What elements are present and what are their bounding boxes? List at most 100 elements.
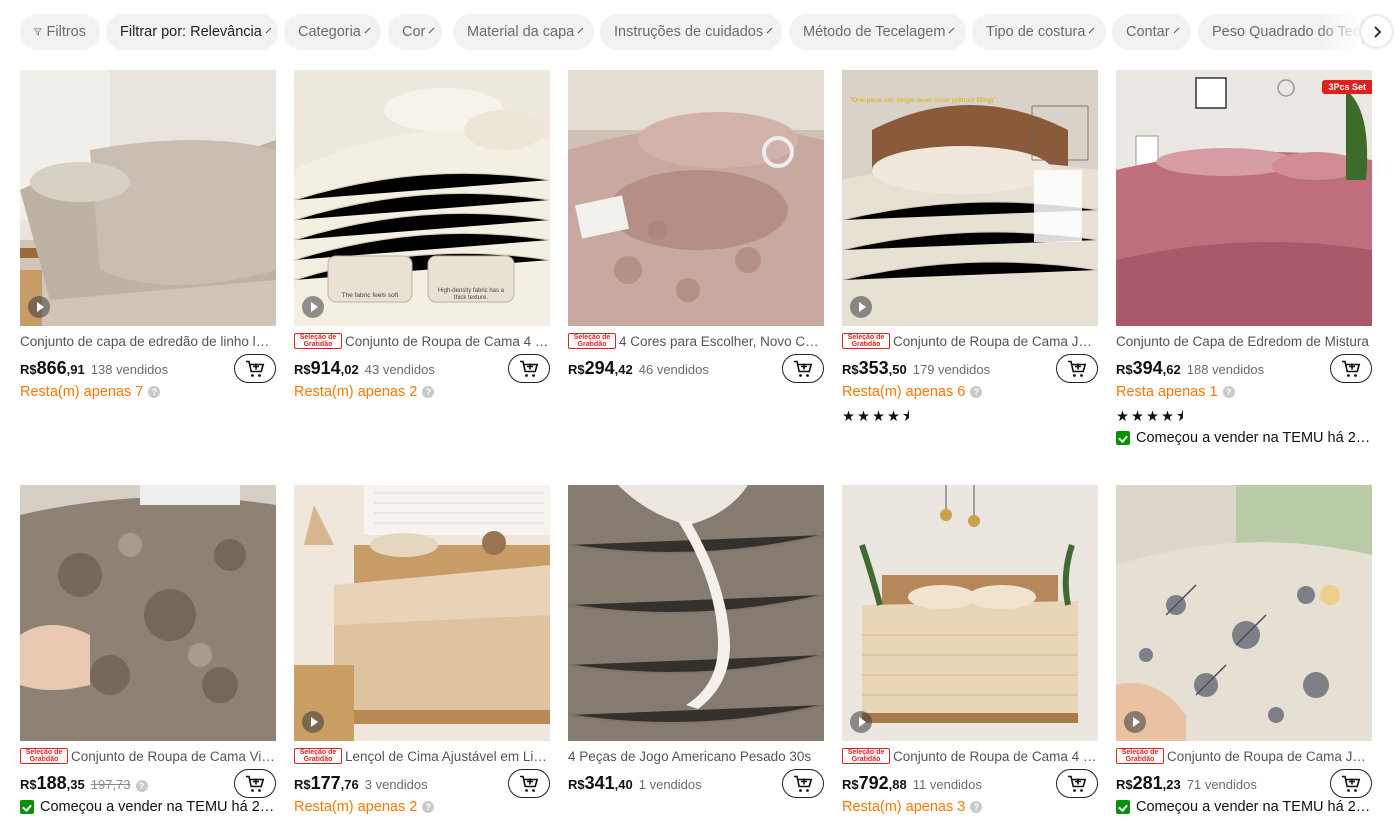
chevron-down-icon (1173, 27, 1180, 33)
help-icon[interactable]: ? (148, 386, 161, 398)
price-integer: 353 (858, 358, 889, 378)
scroll-right-button[interactable] (1361, 16, 1392, 47)
sort-relevance-dropdown[interactable]: Filtrar por: Relevância (106, 14, 278, 50)
sold-count: 3 vendidos (364, 777, 428, 792)
currency: R$ (842, 362, 859, 377)
gratitude-selection-badge: Seleção de Gratidão (568, 333, 616, 349)
count-label: Contar (1126, 24, 1170, 40)
product-title-text: Conjunto de Roupa de Cama Jacquard (893, 333, 1098, 349)
product-image[interactable] (294, 485, 550, 741)
help-icon[interactable]: ? (970, 801, 983, 813)
video-play-icon[interactable] (28, 296, 50, 318)
product-title-text: Conjunto de Roupa de Cama Vintage (71, 748, 276, 764)
chevron-down-icon (1089, 27, 1095, 33)
add-to-cart-button[interactable] (782, 769, 824, 798)
product-title[interactable]: 4 Peças de Jogo Americano Pesado 30s (568, 747, 824, 765)
product-title[interactable]: Conjunto de Capa de Edredom de Mistura (1116, 332, 1372, 350)
video-play-icon[interactable] (302, 296, 324, 318)
svg-text:High-density fabric has a: High-density fabric has a (438, 288, 505, 294)
stock-text: Resta(m) apenas 7 (20, 384, 144, 400)
cover-material-filter[interactable]: Material da capa (453, 14, 594, 50)
new-seller-note: Começou a vender na TEMU há 2 meses (20, 799, 276, 815)
help-icon[interactable]: ? (135, 780, 148, 792)
filters-label: Filtros (46, 24, 86, 40)
cart-plus-icon (1342, 775, 1361, 792)
help-icon[interactable]: ? (970, 386, 983, 398)
sold-count: 179 vendidos (912, 362, 991, 377)
stock-warning: Resta(m) apenas 7? (20, 384, 161, 400)
cart-plus-icon (246, 360, 265, 377)
stock-warning: Resta(m) apenas 6? (842, 384, 983, 400)
shopping-bag-icon (1116, 800, 1130, 814)
product-image[interactable] (568, 485, 824, 741)
price-decimal: ,76 (340, 777, 359, 792)
category-filter[interactable]: Categoria (284, 14, 381, 50)
product-title-text: Conjunto de Roupa de Cama 4 Peças (345, 333, 550, 349)
price-integer: 281 (1132, 773, 1163, 793)
video-play-icon[interactable] (850, 296, 872, 318)
old-price: 197,73 (90, 777, 131, 792)
video-play-icon[interactable] (850, 711, 872, 733)
add-to-cart-button[interactable] (508, 354, 550, 383)
product-title[interactable]: Seleção de Gratidão Conjunto de Roupa de … (842, 332, 1098, 350)
product-image[interactable]: The fabric feels soft High-density fabri… (294, 70, 550, 326)
product-title[interactable]: Seleção de Gratidão 4 Cores para Escolher… (568, 332, 824, 350)
product-title[interactable]: Seleção de Gratidão Conjunto de Roupa de … (20, 747, 276, 765)
care-instructions-filter[interactable]: Instruções de cuidados (600, 14, 782, 50)
product-image[interactable] (842, 485, 1098, 741)
add-to-cart-button[interactable] (508, 769, 550, 798)
cart-plus-icon (1068, 360, 1087, 377)
product-image[interactable] (1116, 485, 1372, 741)
price-integer: 177 (310, 773, 341, 793)
add-to-cart-button[interactable] (782, 354, 824, 383)
product-image[interactable]: 3Pcs Set (1116, 70, 1372, 326)
product-title[interactable]: Seleção de Gratidão Conjunto de Roupa de … (842, 747, 1098, 765)
product-title[interactable]: Seleção de Gratidão Lençol de Cima Ajustá… (294, 747, 550, 765)
svg-text:"One-piece set: Single duvet c: "One-piece set: Single duvet cover (with… (850, 97, 996, 104)
help-icon[interactable]: ? (422, 386, 435, 398)
stock-text: Resta apenas 1 (1116, 384, 1218, 400)
product-image[interactable] (568, 70, 824, 326)
cart-plus-icon (794, 775, 813, 792)
new-seller-text: Começou a vender na TEMU há 2 meses (1136, 799, 1372, 815)
sold-count: 138 vendidos (90, 362, 169, 377)
product-image[interactable] (20, 70, 276, 326)
filters-button[interactable]: Filtros (20, 14, 100, 50)
stitch-type-label: Tipo de costura (986, 24, 1086, 40)
product-image[interactable]: "One-piece set: Single duvet cover (with… (842, 70, 1098, 326)
color-filter[interactable]: Cor (388, 14, 442, 50)
product-image[interactable] (20, 485, 276, 741)
stock-text: Resta(m) apenas 2 (294, 799, 418, 815)
add-to-cart-button[interactable] (234, 769, 276, 798)
weaving-method-filter[interactable]: Método de Tecelagem (789, 14, 966, 50)
new-seller-text: Começou a vender na TEMU há 2 meses (40, 799, 276, 815)
product-title[interactable]: Conjunto de capa de edredão de linho lav… (20, 332, 276, 350)
chevron-down-icon (577, 27, 584, 33)
help-icon[interactable]: ? (1222, 386, 1235, 398)
help-icon[interactable]: ? (422, 801, 435, 813)
stitch-type-filter[interactable]: Tipo de costura (972, 14, 1106, 50)
video-play-icon[interactable] (1124, 711, 1146, 733)
selection-badge-line2: Gratidão (303, 340, 333, 348)
sold-count: 1 vendidos (638, 777, 702, 792)
svg-text:thick texture.: thick texture. (454, 295, 488, 301)
product-title[interactable]: Seleção de Gratidão Conjunto de Roupa de … (294, 332, 550, 350)
price-decimal: ,88 (888, 777, 907, 792)
add-to-cart-button[interactable] (1056, 769, 1098, 798)
stock-text: Resta(m) apenas 6 (842, 384, 966, 400)
funnel-icon (34, 28, 42, 36)
price-integer: 294 (584, 358, 615, 378)
video-play-icon[interactable] (302, 711, 324, 733)
three-piece-set-badge: 3Pcs Set (1322, 80, 1372, 94)
product-title[interactable]: Seleção de Gratidão Conjunto de Roupa de … (1116, 747, 1372, 765)
product-title-text: Lençol de Cima Ajustável em Linho (345, 748, 550, 764)
add-to-cart-button[interactable] (234, 354, 276, 383)
add-to-cart-button[interactable] (1330, 354, 1372, 383)
add-to-cart-button[interactable] (1056, 354, 1098, 383)
color-label: Cor (402, 24, 426, 40)
add-to-cart-button[interactable] (1330, 769, 1372, 798)
price-decimal: ,42 (614, 362, 633, 377)
chevron-down-icon (364, 27, 371, 33)
sold-count: 188 vendidos (1186, 362, 1265, 377)
count-filter[interactable]: Contar (1112, 14, 1191, 50)
